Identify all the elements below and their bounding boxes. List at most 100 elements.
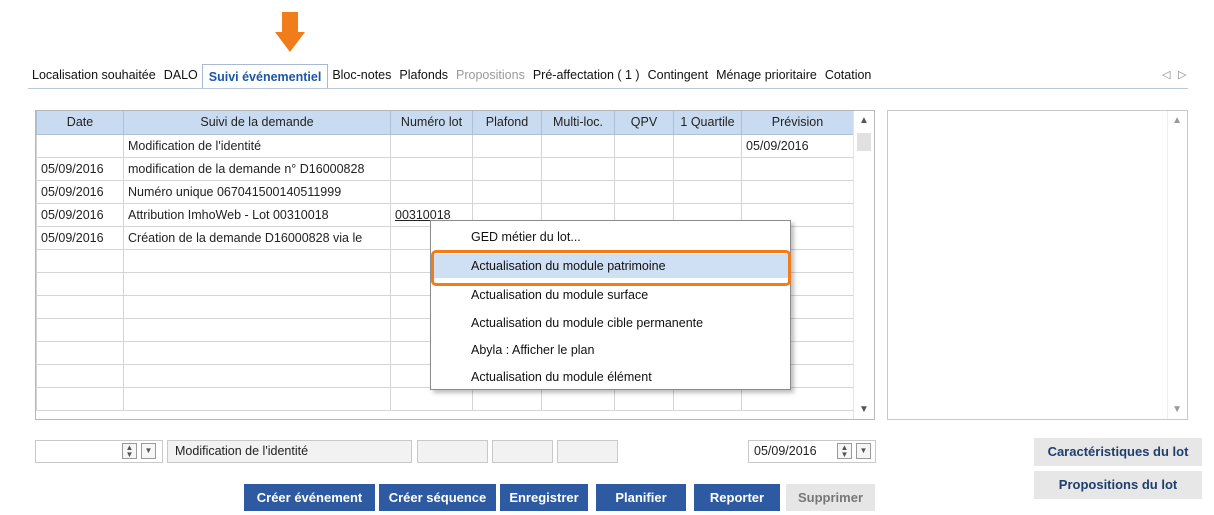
- orange-arrow-icon: [275, 12, 305, 54]
- table-cell: [472, 179, 542, 204]
- table-cell: 05/09/2016: [36, 202, 124, 227]
- menu-item-surface[interactable]: Actualisation du module surface: [431, 283, 790, 307]
- menu-item-abyla-plan[interactable]: Abyla : Afficher le plan: [431, 338, 790, 362]
- table-cell: 05/09/2016: [36, 156, 124, 181]
- tab-next-icon[interactable]: ▷: [1178, 68, 1186, 81]
- table-cell: [390, 179, 473, 204]
- scroll-thumb[interactable]: [857, 133, 871, 151]
- tab-bloc-notes[interactable]: Bloc-notes: [328, 62, 395, 88]
- table-row[interactable]: 05/09/2016 modification de la demande n° …: [36, 156, 854, 181]
- menu-item-cible-permanente[interactable]: Actualisation du module cible permanente: [431, 311, 790, 335]
- create-event-button[interactable]: Créer événement: [244, 484, 375, 511]
- column-header[interactable]: Numéro lot: [390, 111, 473, 135]
- table-cell: [36, 271, 124, 296]
- table-cell: [541, 179, 615, 204]
- table-cell: [123, 317, 391, 342]
- table-cell: [36, 248, 124, 273]
- table-cell: [614, 133, 674, 158]
- postpone-button[interactable]: Reporter: [694, 484, 780, 511]
- spinner-icon[interactable]: ▲ ▼: [837, 443, 852, 459]
- table-row[interactable]: 05/09/2016 Numéro unique 0670415001405119…: [36, 179, 854, 204]
- table-cell: [36, 386, 124, 411]
- prevision-value: 05/09/2016: [754, 444, 817, 458]
- scroll-up-icon[interactable]: ▲: [1172, 115, 1182, 126]
- column-header[interactable]: QPV: [614, 111, 674, 135]
- lot-field[interactable]: [417, 440, 488, 463]
- table-cell: [673, 179, 742, 204]
- scroll-up-icon[interactable]: ▲: [859, 115, 869, 126]
- table-row[interactable]: Modification de l'identité 05/09/2016: [36, 133, 854, 158]
- highlight-ring: [431, 250, 791, 286]
- tab-pre-affectation[interactable]: Pré-affectation ( 1 ): [529, 62, 644, 88]
- menu-item-ged[interactable]: GED métier du lot...: [431, 225, 790, 249]
- table-cell: [36, 340, 124, 365]
- dropdown-icon[interactable]: ▼: [856, 443, 871, 459]
- table-cell: [614, 156, 674, 181]
- tab-cotation[interactable]: Cotation: [821, 62, 876, 88]
- table-cell: [123, 248, 391, 273]
- tab-dalo[interactable]: DALO: [160, 62, 202, 88]
- grid-scrollbar[interactable]: ▲ ▼: [853, 111, 874, 419]
- event-type-field[interactable]: Modification de l'identité: [167, 440, 412, 463]
- table-cell: Numéro unique 067041500140511999: [123, 179, 391, 204]
- scroll-down-icon[interactable]: ▼: [859, 404, 869, 415]
- tab-plafonds[interactable]: Plafonds: [395, 62, 452, 88]
- context-menu: GED métier du lot... Actualisation du mo…: [430, 220, 791, 390]
- table-cell: [472, 386, 542, 411]
- table-cell: [541, 156, 615, 181]
- column-header[interactable]: 1 Quartile: [673, 111, 742, 135]
- table-cell: [123, 340, 391, 365]
- multiloc-field[interactable]: [557, 440, 618, 463]
- tab-bar: Localisation souhaitée DALO Suivi événem…: [28, 62, 876, 89]
- table-cell: 05/09/2016: [741, 133, 854, 158]
- dropdown-icon[interactable]: ▼: [141, 443, 156, 459]
- lot-characteristics-button[interactable]: Caractéristiques du lot: [1034, 438, 1202, 466]
- table-row[interactable]: [36, 386, 854, 411]
- column-header[interactable]: Multi-loc.: [541, 111, 615, 135]
- column-header[interactable]: Date: [36, 111, 124, 135]
- table-cell: Attribution ImhoWeb - Lot 00310018: [123, 202, 391, 227]
- plafond-field[interactable]: [492, 440, 553, 463]
- table-cell: [36, 133, 124, 158]
- table-cell: 05/09/2016: [36, 179, 124, 204]
- table-cell: [673, 133, 742, 158]
- table-cell: [36, 363, 124, 388]
- table-cell: [472, 133, 542, 158]
- create-sequence-button[interactable]: Créer séquence: [379, 484, 496, 511]
- plan-button[interactable]: Planifier: [596, 484, 686, 511]
- table-cell: modification de la demande n° D16000828: [123, 156, 391, 181]
- tab-prev-icon[interactable]: ◁: [1162, 68, 1170, 81]
- table-cell: [673, 386, 742, 411]
- delete-button[interactable]: Supprimer: [786, 484, 875, 511]
- scroll-down-icon[interactable]: ▼: [1172, 404, 1182, 415]
- tab-localisation[interactable]: Localisation souhaitée: [28, 62, 160, 88]
- prevision-date-field[interactable]: 05/09/2016 ▲ ▼ ▼: [748, 440, 876, 463]
- details-panel: ▲ ▼: [887, 110, 1188, 420]
- table-cell: [614, 179, 674, 204]
- details-scrollbar[interactable]: ▲ ▼: [1167, 111, 1187, 419]
- table-cell: [36, 294, 124, 319]
- table-cell: [390, 156, 473, 181]
- tab-suivi-evenementiel[interactable]: Suivi événementiel: [201, 63, 329, 89]
- tab-menage-prioritaire[interactable]: Ménage prioritaire: [712, 62, 821, 88]
- tab-contingent[interactable]: Contingent: [644, 62, 712, 88]
- column-header[interactable]: Plafond: [472, 111, 542, 135]
- table-cell: [673, 156, 742, 181]
- menu-item-element[interactable]: Actualisation du module élément: [431, 365, 790, 389]
- table-cell: [741, 179, 854, 204]
- table-cell: Création de la demande D16000828 via le: [123, 225, 391, 250]
- table-cell: [123, 271, 391, 296]
- event-type-value: Modification de l'identité: [175, 444, 309, 458]
- tab-propositions[interactable]: Propositions: [452, 62, 529, 88]
- save-button[interactable]: Enregistrer: [500, 484, 588, 511]
- column-header[interactable]: Prévision: [741, 111, 854, 135]
- lot-proposals-button[interactable]: Propositions du lot: [1034, 471, 1202, 499]
- table-cell: [541, 133, 615, 158]
- table-cell: [390, 386, 473, 411]
- spinner-icon[interactable]: ▲ ▼: [122, 443, 137, 459]
- table-cell: [614, 386, 674, 411]
- table-cell: [123, 294, 391, 319]
- date-field[interactable]: ▲ ▼ ▼: [35, 440, 163, 463]
- column-header[interactable]: Suivi de la demande: [123, 111, 391, 135]
- table-cell: [741, 386, 854, 411]
